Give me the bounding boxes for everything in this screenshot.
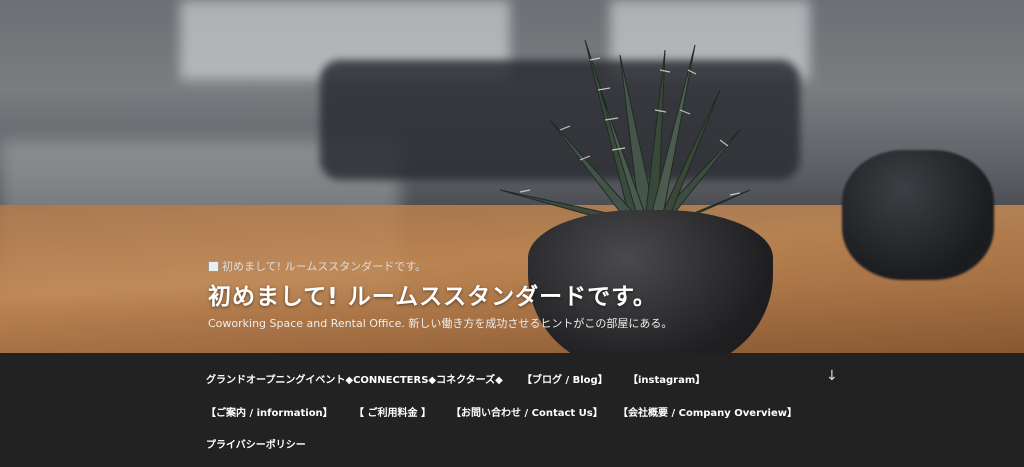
site-branding: 初めまして! ルームススタンダードです。 初めまして! ルームススタンダードです…	[208, 258, 672, 331]
nav-item-blog[interactable]: 【ブログ / Blog】	[522, 371, 608, 386]
nav-item-opening-event[interactable]: グランドオープニングイベント◆CONNECTERS◆コネクターズ◆	[206, 371, 503, 386]
nav-item-company[interactable]: 【会社概要 / Company Overview】	[618, 404, 797, 419]
nav-item-contact[interactable]: 【お問い合わせ / Contact Us】	[451, 404, 603, 419]
nav-item-instagram[interactable]: 【instagram】	[628, 371, 705, 386]
background-plant-pot	[842, 150, 994, 280]
nav-item-pricing[interactable]: 【 ご利用料金 】	[354, 404, 431, 419]
site-tagline: Coworking Space and Rental Office. 新しい働き…	[208, 317, 673, 330]
site-title[interactable]: 初めまして! ルームススタンダードです。	[208, 277, 672, 311]
header-hero-image: 初めまして! ルームススタンダードです。 初めまして! ルームススタンダードです…	[0, 0, 1024, 353]
site-logo[interactable]: 初めまして! ルームススタンダードです。	[208, 258, 672, 274]
main-navigation: グランドオープニングイベント◆CONNECTERS◆コネクターズ◆ 【ブログ /…	[0, 353, 1024, 467]
logo-alt-text: 初めまして! ルームススタンダードです。	[222, 260, 427, 273]
broken-image-icon	[208, 260, 219, 272]
nav-item-information[interactable]: 【ご案内 / information】	[206, 404, 333, 419]
arrow-down-icon[interactable]: ↓	[826, 368, 838, 384]
nav-item-privacy-policy[interactable]: プライバシーポリシー	[206, 436, 306, 451]
